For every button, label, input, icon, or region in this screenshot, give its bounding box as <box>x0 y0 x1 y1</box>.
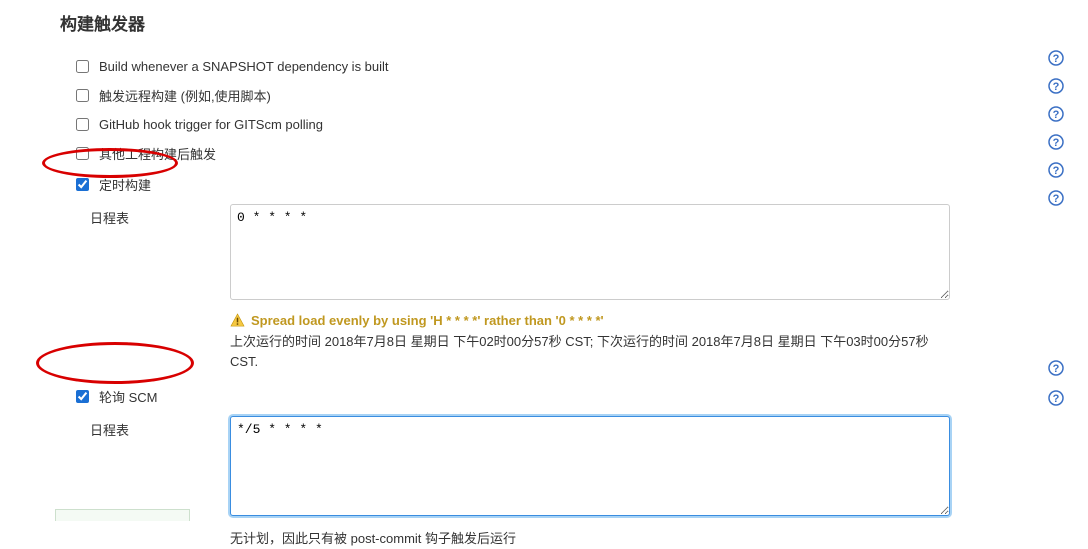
trigger-row-upstream: 其他工程构建后触发 ? <box>0 138 1088 169</box>
label-upstream: 其他工程构建后触发 <box>89 144 216 163</box>
timer-schedule-label: 日程表 <box>90 204 230 371</box>
label-timer: 定时构建 <box>89 175 151 194</box>
section-title: 构建触发器 <box>0 0 1088 53</box>
label-remote: 触发远程构建 (例如,使用脚本) <box>89 86 271 105</box>
svg-text:?: ? <box>1053 53 1060 65</box>
help-icon[interactable]: ? <box>1048 162 1064 181</box>
timer-warning-text: Spread load evenly by using 'H * * * *' … <box>251 313 604 328</box>
checkbox-github[interactable] <box>76 118 89 131</box>
scm-schedule-input[interactable] <box>230 416 950 516</box>
timer-schedule-area: 日程表 Spread load evenly by using 'H * * *… <box>0 200 1088 371</box>
trigger-row-timer: 定时构建 ? <box>0 169 1088 200</box>
trigger-row-scm: 轮询 SCM ? <box>0 381 1088 412</box>
help-icon[interactable]: ? <box>1048 50 1064 69</box>
svg-text:?: ? <box>1053 81 1060 93</box>
help-icon[interactable]: ? <box>1048 106 1064 125</box>
checkbox-timer[interactable] <box>76 178 89 191</box>
help-icon[interactable]: ? <box>1048 78 1064 97</box>
svg-text:?: ? <box>1053 109 1060 121</box>
checkbox-remote[interactable] <box>76 89 89 102</box>
trigger-row-snapshot: Build whenever a SNAPSHOT dependency is … <box>0 53 1088 80</box>
svg-text:?: ? <box>1053 137 1060 149</box>
warning-icon <box>230 313 245 328</box>
timer-info-text: 上次运行的时间 2018年7月8日 星期日 下午02时00分57秒 CST; 下… <box>230 332 950 371</box>
help-icon[interactable]: ? <box>1048 134 1064 153</box>
svg-text:?: ? <box>1053 193 1060 205</box>
scm-schedule-area: 日程表 无计划，因此只有被 post-commit 钩子触发后运行 ? <box>0 412 1088 549</box>
label-scm: 轮询 SCM <box>89 387 158 406</box>
help-icon[interactable]: ? <box>1048 190 1064 209</box>
timer-schedule-input[interactable] <box>230 204 950 300</box>
label-snapshot: Build whenever a SNAPSHOT dependency is … <box>89 59 389 74</box>
svg-text:?: ? <box>1053 393 1060 405</box>
scm-schedule-label: 日程表 <box>90 416 230 549</box>
checkbox-upstream[interactable] <box>76 147 89 160</box>
trigger-row-github: GitHub hook trigger for GITScm polling ? <box>0 111 1088 138</box>
bottom-highlight-box <box>55 509 190 521</box>
help-icon[interactable]: ? <box>1048 360 1064 379</box>
label-github: GitHub hook trigger for GITScm polling <box>89 117 323 132</box>
svg-text:?: ? <box>1053 363 1060 375</box>
checkbox-snapshot[interactable] <box>76 60 89 73</box>
trigger-row-remote: 触发远程构建 (例如,使用脚本) ? <box>0 80 1088 111</box>
help-icon[interactable]: ? <box>1048 390 1064 409</box>
timer-warning: Spread load evenly by using 'H * * * *' … <box>230 313 1024 328</box>
scm-info-text: 无计划，因此只有被 post-commit 钩子触发后运行 <box>230 529 950 549</box>
svg-text:?: ? <box>1053 165 1060 177</box>
checkbox-scm[interactable] <box>76 390 89 403</box>
